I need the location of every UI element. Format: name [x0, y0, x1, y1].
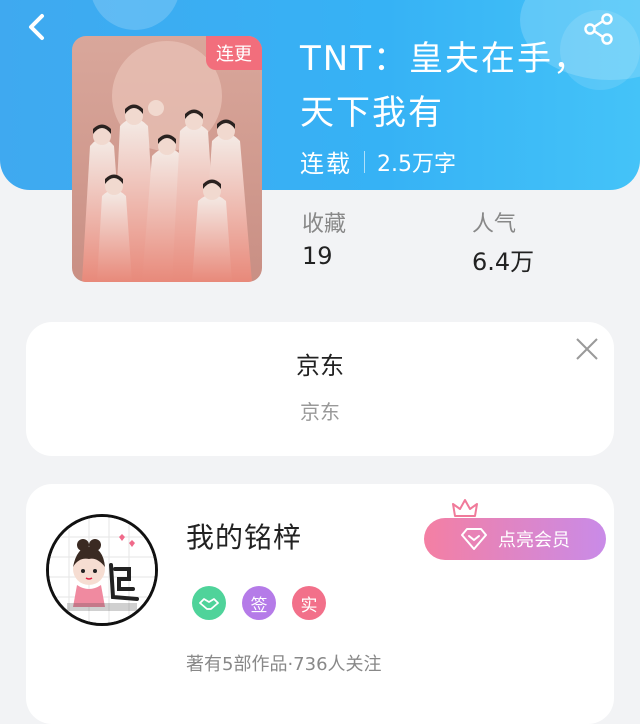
popularity-label: 人气 [472, 212, 517, 237]
book-status: 连载 [300, 150, 352, 178]
word-count: 2.5万字 [377, 151, 456, 177]
author-badges: 签 实 [192, 586, 342, 620]
crown-icon [452, 499, 478, 517]
store-subtitle: 京东 [300, 400, 340, 424]
meta-divider [364, 150, 365, 173]
serial-badge: 连更 [206, 36, 262, 70]
collect-label: 收藏 [302, 212, 347, 237]
book-meta: 连载 2.5万字 [300, 144, 456, 179]
author-name[interactable]: 我的铭梓 [186, 516, 302, 556]
handshake-badge[interactable] [192, 586, 226, 620]
author-avatar[interactable] [46, 514, 158, 626]
real-name-badge[interactable]: 实 [292, 586, 326, 620]
sign-badge[interactable]: 签 [242, 586, 276, 620]
store-card[interactable]: 京东 京东 [26, 322, 614, 456]
decor-bubble [90, 0, 180, 30]
book-cover[interactable]: 连更 [72, 36, 262, 282]
author-stats: 著有5部作品·736人关注 [186, 654, 382, 675]
store-name: 京东 [296, 352, 344, 380]
cover-image [72, 36, 262, 282]
back-arrow-icon[interactable] [22, 12, 52, 42]
close-icon[interactable] [574, 336, 600, 362]
diamond-icon [461, 528, 487, 550]
collect-count: 19 [302, 242, 333, 270]
light-vip-button[interactable]: 点亮会员 [424, 518, 606, 560]
avatar-image [49, 517, 155, 623]
handshake-icon [199, 598, 219, 610]
vip-button-label: 点亮会员 [498, 530, 570, 551]
book-title: TNT：皇夫在手，天下我有 [300, 39, 589, 133]
popularity-count: 6.4万 [472, 248, 535, 276]
